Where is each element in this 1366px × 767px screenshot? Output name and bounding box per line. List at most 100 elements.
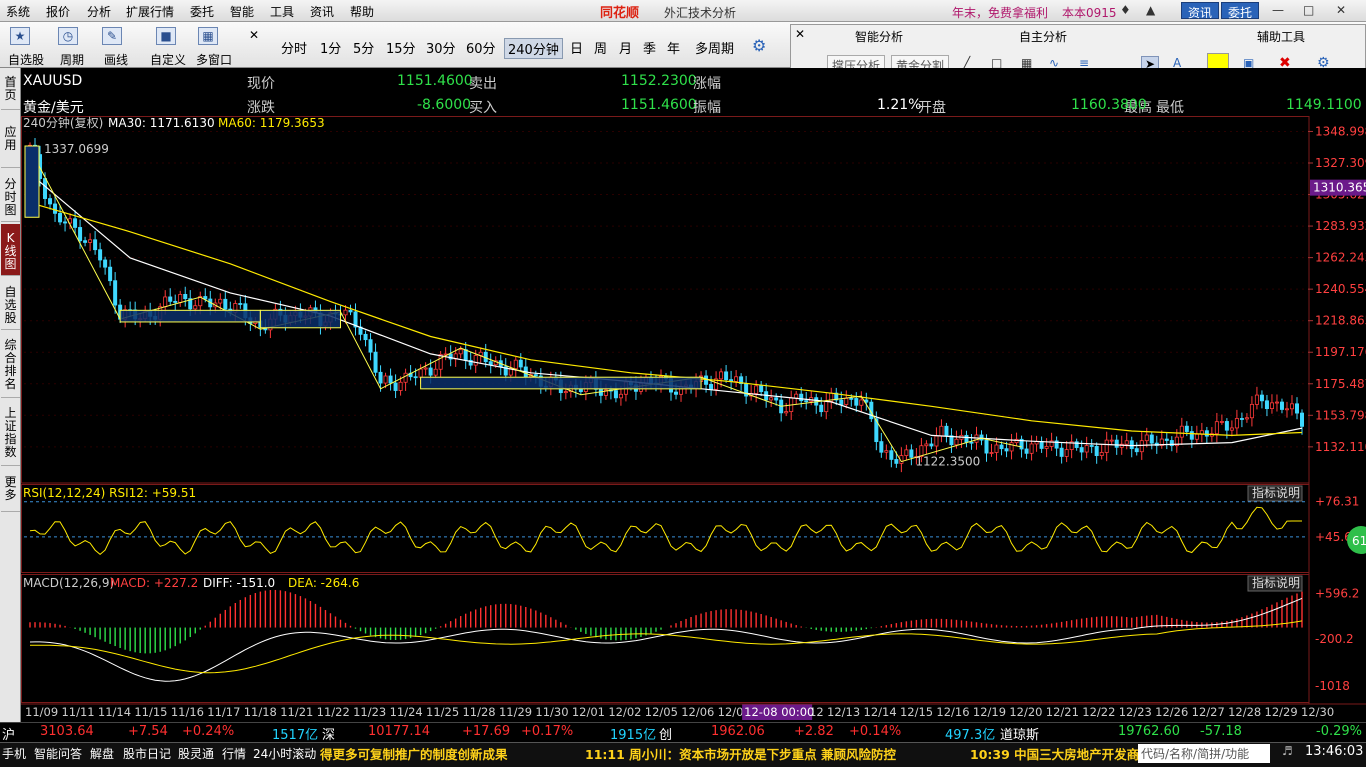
close-toolbar-icon[interactable]: ✕ bbox=[249, 28, 259, 42]
gear-icon[interactable]: ⚙ bbox=[752, 36, 766, 55]
period-icon[interactable]: ◷ bbox=[58, 27, 78, 45]
link-stock-spirit[interactable]: 股灵通 bbox=[178, 745, 214, 762]
candle-body bbox=[613, 390, 618, 399]
link-qa[interactable]: 智能问答 bbox=[34, 745, 82, 762]
y-tick-label: 1283.932 bbox=[1315, 219, 1366, 233]
sidebar-item-home[interactable]: 首页 bbox=[1, 70, 20, 110]
candle-body bbox=[1294, 403, 1299, 414]
sidebar-item-apps[interactable]: 应用 bbox=[1, 112, 20, 168]
news-ticker-2[interactable]: 11:11 周小川：资本市场开放是下步重点 兼顾风险防控 bbox=[585, 744, 896, 763]
rsi-panel-frame bbox=[21, 484, 1310, 573]
period-month[interactable]: 月 bbox=[619, 38, 632, 57]
promo-link[interactable]: 年末，免费拿福利 bbox=[952, 4, 1048, 21]
restore-icon[interactable]: □ bbox=[1303, 3, 1314, 17]
candle-body bbox=[1024, 448, 1029, 454]
candle-body bbox=[1214, 421, 1219, 435]
y-tick-label: 1262.243 bbox=[1315, 251, 1366, 265]
menu-ext-quote[interactable]: 扩展行情 bbox=[126, 3, 174, 20]
menu-news[interactable]: 资讯 bbox=[310, 3, 334, 20]
panel-close-icon[interactable]: ✕ bbox=[795, 27, 805, 41]
multi-window-label[interactable]: 多窗口 bbox=[196, 51, 232, 68]
period-60min[interactable]: 60分 bbox=[466, 38, 496, 57]
menu-system[interactable]: 系统 bbox=[6, 3, 30, 20]
shirt-icon[interactable]: ▲ bbox=[1146, 3, 1155, 17]
candle-body bbox=[1064, 449, 1069, 457]
period-5min[interactable]: 5分 bbox=[353, 38, 374, 57]
period-30min[interactable]: 30分 bbox=[426, 38, 456, 57]
candle-body bbox=[939, 425, 944, 437]
tab-aux-tools[interactable]: 辅助工具 bbox=[1257, 28, 1305, 45]
candle-body bbox=[759, 385, 764, 393]
custom-label[interactable]: 自定义 bbox=[150, 51, 186, 68]
bell-icon[interactable]: ♦ bbox=[1120, 3, 1131, 17]
period-fenshi[interactable]: 分时 bbox=[281, 38, 307, 57]
link-analysis[interactable]: 解盘 bbox=[90, 745, 114, 762]
candle-body bbox=[909, 449, 914, 458]
macd-value: MACD: +227.2 bbox=[110, 576, 198, 590]
candle-body bbox=[904, 449, 909, 456]
candle-body bbox=[1094, 446, 1099, 457]
menu-help[interactable]: 帮助 bbox=[350, 3, 374, 20]
minimize-icon[interactable]: — bbox=[1272, 3, 1284, 17]
x-tick-label: 11/15 bbox=[134, 705, 167, 719]
tab-self-analysis[interactable]: 自主分析 bbox=[1019, 28, 1067, 45]
period-label[interactable]: 周期 bbox=[60, 51, 84, 68]
close-icon[interactable]: ✕ bbox=[1336, 3, 1346, 17]
news-ticker-3[interactable]: 10:39 中国三大房地产开发商 bbox=[970, 744, 1139, 763]
period-multi[interactable]: 多周期 bbox=[695, 38, 734, 57]
trade-button[interactable]: 委托 bbox=[1221, 2, 1260, 20]
watchlist-label[interactable]: 自选股 bbox=[8, 51, 44, 68]
link-diary[interactable]: 股市日记 bbox=[123, 745, 171, 762]
candle-body bbox=[88, 239, 93, 243]
period-day[interactable]: 日 bbox=[570, 38, 583, 57]
candle-body bbox=[709, 384, 714, 390]
menu-trade[interactable]: 委托 bbox=[190, 3, 214, 20]
candle-body bbox=[1114, 439, 1119, 448]
period-15min[interactable]: 15分 bbox=[386, 38, 416, 57]
sound-icon[interactable]: ♬ bbox=[1282, 744, 1293, 758]
box-annotation bbox=[119, 309, 261, 323]
sidebar-item-more[interactable]: 更多 bbox=[1, 468, 20, 512]
sidebar-item-shindex[interactable]: 上证指数 bbox=[1, 400, 20, 466]
y-tick-label: 1218.865 bbox=[1315, 314, 1366, 328]
search-input[interactable]: 代码/名称/简拼/功能 bbox=[1138, 744, 1270, 763]
x-tick-label: 11/23 bbox=[353, 705, 386, 719]
x-tick-label: 11/14 bbox=[98, 705, 131, 719]
sidebar-item-kline[interactable]: K线图 bbox=[1, 224, 20, 276]
custom-icon[interactable]: ■ bbox=[156, 27, 176, 45]
menu-analysis[interactable]: 分析 bbox=[87, 3, 111, 20]
candle-body bbox=[83, 240, 88, 243]
sidebar-item-ranking[interactable]: 综合排名 bbox=[1, 332, 20, 398]
legend-main: 240分钟(复权) bbox=[23, 116, 103, 130]
menu-quote[interactable]: 报价 bbox=[46, 3, 70, 20]
info-button[interactable]: 资讯 bbox=[1181, 2, 1220, 20]
star-icon[interactable]: ★ bbox=[10, 27, 30, 45]
period-year[interactable]: 年 bbox=[667, 38, 680, 57]
link-mobile[interactable]: 手机 bbox=[2, 745, 26, 762]
period-1min[interactable]: 1分 bbox=[320, 38, 341, 57]
menu-smart[interactable]: 智能 bbox=[230, 3, 254, 20]
period-season[interactable]: 季 bbox=[643, 38, 656, 57]
link-market[interactable]: 行情 bbox=[222, 745, 246, 762]
candle-body bbox=[839, 399, 844, 405]
candle-body bbox=[93, 239, 98, 251]
candle-body bbox=[533, 374, 538, 377]
rsi-line bbox=[29, 506, 1302, 556]
news-ticker-1[interactable]: 得更多可复制推广的制度创新成果 bbox=[320, 744, 508, 763]
candle-body bbox=[513, 359, 518, 370]
menu-tools[interactable]: 工具 bbox=[270, 3, 294, 20]
period-240min[interactable]: 240分钟 bbox=[504, 38, 563, 59]
x-tick-label: 11/17 bbox=[207, 705, 240, 719]
link-24h[interactable]: 24小时滚动 bbox=[253, 745, 316, 762]
candle-body bbox=[969, 441, 974, 444]
candle-body bbox=[1189, 431, 1194, 440]
multi-window-icon[interactable]: ▦ bbox=[198, 27, 218, 45]
pen-icon[interactable]: ✎ bbox=[102, 27, 122, 45]
sidebar-item-timeshare[interactable]: 分时图 bbox=[1, 170, 20, 222]
draw-label[interactable]: 画线 bbox=[104, 51, 128, 68]
tab-smart-analysis[interactable]: 智能分析 bbox=[855, 28, 903, 45]
period-week[interactable]: 周 bbox=[594, 38, 607, 57]
sidebar-item-watchlist[interactable]: 自选股 bbox=[1, 278, 20, 330]
candle-body bbox=[999, 444, 1004, 450]
kline-chart[interactable]: -0.74%240分钟(复权)MA30: 1171.6130MA60: 1179… bbox=[21, 116, 1366, 722]
